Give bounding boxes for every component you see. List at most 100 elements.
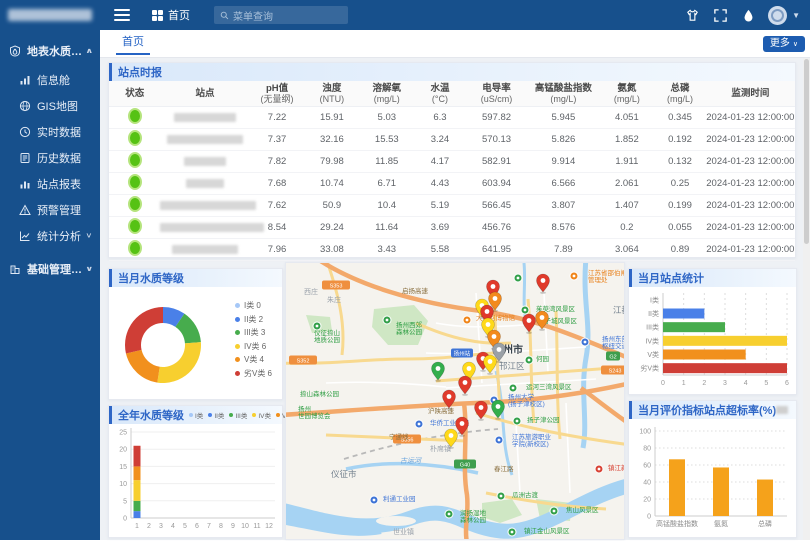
table-col-header: 水温(°C) bbox=[414, 81, 465, 107]
svg-text:I类: I类 bbox=[650, 295, 659, 304]
map-poi-icon[interactable] bbox=[595, 465, 603, 473]
cell-value: 10.74 bbox=[304, 173, 359, 195]
cell-value: 15.91 bbox=[304, 107, 359, 129]
route-badge: 扬州站 bbox=[451, 349, 473, 358]
svg-text:0: 0 bbox=[123, 516, 127, 523]
svg-text:G2: G2 bbox=[609, 354, 616, 360]
map-poi-icon[interactable] bbox=[497, 492, 505, 500]
theme-skin-icon[interactable] bbox=[685, 8, 700, 23]
legend-item[interactable]: III类 bbox=[229, 410, 247, 420]
user-menu-caret-icon[interactable]: ▼ bbox=[792, 11, 800, 20]
svg-text:8: 8 bbox=[219, 523, 223, 530]
cell-value: 0.199 bbox=[654, 195, 705, 217]
cell-value: 603.94 bbox=[466, 173, 528, 195]
hamburger-menu-icon[interactable] bbox=[114, 9, 130, 21]
legend-item[interactable]: III类 3 bbox=[235, 326, 272, 340]
table-row[interactable]: 7.3732.1615.533.24570.135.8261.8520.1922… bbox=[109, 129, 795, 151]
legend-item[interactable]: I类 bbox=[189, 410, 203, 420]
legend-item[interactable]: 劣V类 6 bbox=[235, 367, 272, 381]
map-poi-icon[interactable] bbox=[525, 356, 533, 364]
svg-text:80: 80 bbox=[643, 446, 651, 453]
map-poi-icon[interactable] bbox=[445, 510, 453, 518]
tab-home[interactable]: 首页 bbox=[116, 30, 150, 55]
map-poi-icon[interactable] bbox=[570, 272, 578, 280]
cell-value: 7.82 bbox=[250, 151, 305, 173]
table-row[interactable]: 7.6250.910.45.19566.453.8071.4070.199202… bbox=[109, 195, 795, 217]
fullscreen-icon[interactable] bbox=[713, 8, 728, 23]
sidebar-item-group-1[interactable]: 基础管理系统∨ bbox=[0, 256, 100, 281]
sidebar-item-child-0-3[interactable]: 历史数据 bbox=[0, 145, 100, 170]
avatar[interactable] bbox=[768, 6, 787, 25]
panel-title: 当月水质等级 bbox=[118, 270, 184, 286]
map-poi-icon[interactable] bbox=[370, 496, 378, 504]
sidebar-item-label: GIS地图 bbox=[37, 98, 78, 114]
svg-text:IV类: IV类 bbox=[645, 336, 659, 345]
menu-search-input[interactable]: 菜单查询 bbox=[214, 6, 348, 24]
legend-item[interactable]: I类 0 bbox=[235, 299, 272, 313]
table-row[interactable]: 7.8279.9811.854.17582.919.9141.9110.1322… bbox=[109, 151, 795, 173]
map-poi-icon[interactable] bbox=[509, 384, 517, 392]
table-row[interactable]: 7.6810.746.714.43603.946.5662.0610.25202… bbox=[109, 173, 795, 195]
sidebar-item-child-0-0[interactable]: 信息舱 bbox=[0, 67, 100, 92]
cell-value: 4.17 bbox=[414, 151, 465, 173]
trend-icon bbox=[19, 230, 31, 242]
map-poi-icon[interactable] bbox=[415, 420, 423, 428]
table-row[interactable]: 8.5429.2411.643.69456.768.5760.20.055202… bbox=[109, 217, 795, 239]
donut-slice-IV类 bbox=[157, 342, 201, 383]
map-label: 朱庄 bbox=[327, 295, 341, 304]
cell-value: 32.16 bbox=[304, 129, 359, 151]
cell-value: 6.566 bbox=[527, 173, 599, 195]
map-poi-icon[interactable] bbox=[495, 436, 503, 444]
vbar-氨氮 bbox=[713, 467, 729, 516]
gis-map[interactable]: S353S352S356S243G40G2扬州站 扬州市江都区仪征市邗江区西庄朱… bbox=[286, 263, 625, 540]
table-col-header: 浊度(NTU) bbox=[304, 81, 359, 107]
map-label: 西庄 bbox=[304, 287, 318, 296]
cell-value: 5.19 bbox=[414, 195, 465, 217]
map-poi-icon[interactable] bbox=[550, 507, 558, 515]
map-poi-icon[interactable] bbox=[463, 316, 471, 324]
table-row[interactable]: 7.2215.915.036.3597.825.9454.0510.345202… bbox=[109, 107, 795, 129]
more-button[interactable]: 更多∨ bbox=[763, 36, 805, 52]
map-poi-icon[interactable] bbox=[514, 274, 522, 282]
map-label: 江苏旅游职业学院(新校区) bbox=[512, 432, 552, 448]
cell-value: 33.08 bbox=[304, 239, 359, 261]
sidebar-item-child-0-4[interactable]: 站点报表 bbox=[0, 171, 100, 196]
chevron-up-icon: ∧ bbox=[85, 46, 93, 54]
map-poi-icon[interactable] bbox=[508, 528, 516, 536]
scrollbar-thumb[interactable] bbox=[804, 59, 809, 244]
cell-monitor-time: 2024-01-23 12:00:00 bbox=[706, 173, 795, 195]
svg-text:25: 25 bbox=[119, 430, 127, 437]
svg-text:15: 15 bbox=[119, 464, 127, 471]
cell-value: 0.192 bbox=[654, 129, 705, 151]
sidebar-item-child-0-1[interactable]: GIS地图 bbox=[0, 93, 100, 118]
svg-text:扬州站: 扬州站 bbox=[454, 349, 471, 357]
legend-item[interactable]: IV类 6 bbox=[235, 340, 272, 354]
content-scrollbar[interactable] bbox=[803, 57, 810, 540]
table-row[interactable]: 7.9633.083.435.58641.957.893.0640.892024… bbox=[109, 239, 795, 261]
legend-item[interactable]: II类 2 bbox=[235, 313, 272, 327]
sidebar-item-child-0-5[interactable]: 预警管理 bbox=[0, 197, 100, 222]
map-poi-icon[interactable] bbox=[513, 417, 521, 425]
sidebar-item-child-0-6[interactable]: 统计分析∨ bbox=[0, 223, 100, 248]
map-label: 镇江金山风景区 bbox=[524, 526, 570, 535]
legend-item[interactable]: V类 4 bbox=[235, 353, 272, 367]
map-poi-icon[interactable] bbox=[313, 322, 321, 330]
cell-value: 7.68 bbox=[250, 173, 305, 195]
svg-text:2: 2 bbox=[702, 380, 706, 387]
cell-monitor-time: 2024-01-23 12:00:00 bbox=[706, 129, 795, 151]
cell-monitor-time: 2024-01-23 12:00:00 bbox=[706, 195, 795, 217]
app-root: 地表水质量监测系统∧ 信息舱 GIS地图实时数据历史数据站点报表预警管理统计分析∨ 基… bbox=[0, 0, 810, 540]
water-drop-icon[interactable] bbox=[741, 8, 756, 23]
legend-item[interactable]: IV类 bbox=[252, 410, 271, 420]
svg-text:1: 1 bbox=[135, 523, 139, 530]
sidebar-item-group-0[interactable]: 地表水质量监测系统∧ bbox=[0, 38, 100, 63]
cell-value: 3.807 bbox=[527, 195, 599, 217]
cell-value: 582.91 bbox=[466, 151, 528, 173]
map-poi-icon[interactable] bbox=[383, 316, 391, 324]
svg-text:II类: II类 bbox=[648, 309, 659, 318]
map-poi-icon[interactable] bbox=[581, 338, 589, 346]
sidebar-item-child-0-2[interactable]: 实时数据 bbox=[0, 119, 100, 144]
topbar-home-nav[interactable]: 首页 bbox=[152, 7, 190, 23]
map-poi-icon[interactable] bbox=[521, 306, 529, 314]
legend-item[interactable]: II类 bbox=[208, 410, 224, 420]
